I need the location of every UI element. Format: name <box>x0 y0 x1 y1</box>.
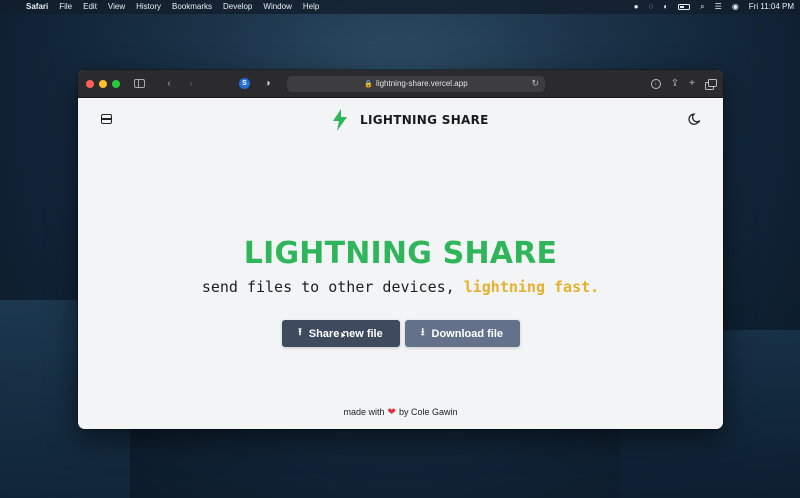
lightning-bolt-icon <box>333 109 347 131</box>
menu-develop[interactable]: Develop <box>223 0 252 14</box>
hero-title: LIGHTNING SHARE <box>243 236 558 271</box>
safari-toolbar: ‹ › S ◑ 🔒 lightning-share.vercel.app ↻ ↓… <box>78 70 723 98</box>
moon-theme-icon[interactable] <box>688 113 701 126</box>
address-bar[interactable]: 🔒 lightning-share.vercel.app ↻ <box>287 75 545 92</box>
macos-menu-bar: Safari File Edit View History Bookmarks … <box>0 0 800 14</box>
hero-subtitle: send files to other devices, lightning f… <box>78 278 723 296</box>
activity-spinner-icon[interactable]: ◌ <box>649 0 654 14</box>
control-center-icon[interactable]: ☰ <box>715 0 722 14</box>
close-window-button[interactable] <box>86 79 94 88</box>
hero-subtitle-accent: lightning fast. <box>463 278 600 296</box>
download-file-label: Download file <box>431 327 504 340</box>
privacy-shield-icon[interactable]: ◑ <box>262 78 273 89</box>
site-navbar: LIGHTNING SHARE <box>78 98 723 140</box>
menu-help[interactable]: Help <box>303 0 319 14</box>
battery-icon[interactable] <box>678 4 691 10</box>
footer-text-after: by Cole Gawin <box>398 407 458 417</box>
sidebar-toggle-icon[interactable] <box>134 79 145 88</box>
menu-bookmarks[interactable]: Bookmarks <box>172 0 212 14</box>
upload-icon: ⭱ <box>298 327 302 338</box>
reload-icon[interactable]: ↻ <box>531 78 539 89</box>
address-bar-url: lightning-share.vercel.app <box>376 79 468 88</box>
mouse-pointer-icon <box>341 331 347 340</box>
lock-icon: 🔒 <box>364 80 374 88</box>
app-status-icon[interactable]: ◐ <box>663 0 668 14</box>
hero-actions: ⭱ Share new file ⭳ Download file <box>78 320 723 347</box>
site-footer: made with ❤ by Cole Gawin <box>78 407 723 418</box>
zoom-window-button[interactable] <box>112 79 120 88</box>
menu-app-name[interactable]: Safari <box>26 0 48 14</box>
share-icon[interactable]: ⇪ <box>671 78 679 89</box>
footer-text-before: made with <box>343 407 385 417</box>
download-file-button[interactable]: ⭳ Download file <box>404 320 520 347</box>
site-brand-name: LIGHTNING SHARE <box>360 113 489 127</box>
menu-window[interactable]: Window <box>263 0 291 14</box>
status-menu-area: ● ◌ ◐ ⌕ ☰ ◉ Fri 11:04 PM <box>624 0 794 14</box>
minimize-window-button[interactable] <box>99 79 107 88</box>
spotlight-search-icon[interactable]: ⌕ <box>700 0 704 14</box>
tab-overview-icon[interactable] <box>705 79 717 90</box>
forward-chevron-icon[interactable]: › <box>183 78 199 89</box>
download-icon: ⭳ <box>421 327 425 338</box>
new-tab-plus-icon[interactable]: + <box>689 78 695 89</box>
back-chevron-icon[interactable]: ‹ <box>161 78 177 89</box>
menu-clock[interactable]: Fri 11:04 PM <box>749 0 794 14</box>
downloads-icon[interactable]: ↓ <box>650 78 661 89</box>
site-brand[interactable]: LIGHTNING SHARE <box>331 109 489 131</box>
safari-window: ‹ › S ◑ 🔒 lightning-share.vercel.app ↻ ↓… <box>78 70 723 429</box>
web-page: LIGHTNING SHARE LIGHTNING SHARE send fil… <box>78 98 723 429</box>
menu-file[interactable]: File <box>59 0 72 14</box>
heart-icon: ❤ <box>387 407 396 418</box>
extension-s-icon[interactable]: S <box>239 78 250 89</box>
menu-panel-icon[interactable] <box>101 114 112 124</box>
hero-subtitle-plain: send files to other devices, <box>201 278 464 296</box>
menu-history[interactable]: History <box>136 0 161 14</box>
siri-icon[interactable]: ◉ <box>732 0 739 14</box>
menu-edit[interactable]: Edit <box>83 0 97 14</box>
window-controls <box>86 79 120 88</box>
menu-view[interactable]: View <box>108 0 125 14</box>
record-dot-icon[interactable]: ● <box>634 0 639 14</box>
toolbar-right-actions: ↓ ⇪ + <box>650 78 717 90</box>
